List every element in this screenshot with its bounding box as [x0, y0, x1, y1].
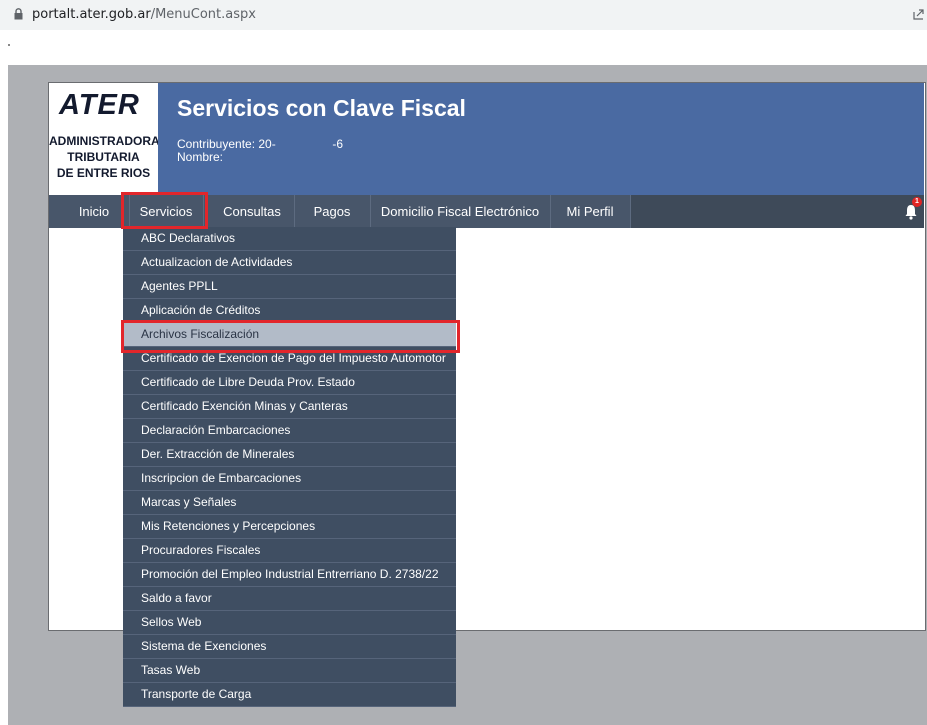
menu-item[interactable]: Mis Retenciones y Percepciones	[123, 515, 456, 539]
page-title: Servicios con Clave Fiscal	[177, 95, 466, 121]
url-text[interactable]: portalt.ater.gob.ar/MenuCont.aspx	[32, 7, 256, 22]
menu-item[interactable]: Der. Extracción de Minerales	[123, 443, 456, 467]
lock-icon	[14, 8, 23, 20]
taxpayer-info: Contribuyente: 20- -6 Nombre:	[177, 138, 343, 164]
nav-item-consultas[interactable]: Consultas	[210, 195, 295, 228]
menu-item[interactable]: Tasas Web	[123, 659, 456, 683]
nav-item-domicilio-fiscal[interactable]: Domicilio Fiscal Electrónico	[370, 195, 551, 228]
menu-item[interactable]: Marcas y Señales	[123, 491, 456, 515]
address-bar[interactable]: portalt.ater.gob.ar/MenuCont.aspx	[0, 0, 927, 30]
ater-logo: ATER ADMINISTRADORA TRIBUTARIA DE ENTRE …	[49, 83, 160, 195]
menu-item[interactable]: Promoción del Empleo Industrial Entrerri…	[123, 563, 456, 587]
menu-item[interactable]: Certificado Exención Minas y Canteras	[123, 395, 456, 419]
menu-item[interactable]: Agentes PPLL	[123, 275, 456, 299]
menu-item[interactable]: Procuradores Fiscales	[123, 539, 456, 563]
nav-item-mi-perfil[interactable]: Mi Perfil	[550, 195, 631, 228]
menu-item[interactable]: Declaración Embarcaciones	[123, 419, 456, 443]
servicios-dropdown: ABC Declarativos Actualizacion de Activi…	[123, 227, 456, 707]
nav-item-inicio[interactable]: Inicio	[59, 195, 130, 228]
nombre-row: Nombre:	[177, 150, 224, 164]
menu-item[interactable]: Transporte de Carga	[123, 683, 456, 707]
menu-item[interactable]: Inscripcion de Embarcaciones	[123, 467, 456, 491]
notification-badge: 1	[912, 197, 922, 207]
logo-brand: ATER	[59, 89, 140, 121]
logo-agency: ADMINISTRADORA TRIBUTARIA DE ENTRE RIOS	[49, 134, 160, 180]
menu-item[interactable]: Certificado de Libre Deuda Prov. Estado	[123, 371, 456, 395]
nav-item-pagos[interactable]: Pagos	[294, 195, 371, 228]
archivos-highlight-box	[121, 320, 460, 353]
menu-item[interactable]: Sistema de Exenciones	[123, 635, 456, 659]
share-icon[interactable]	[913, 8, 925, 20]
page-header: Servicios con Clave Fiscal Contribuyente…	[158, 83, 924, 195]
menu-item[interactable]: Saldo a favor	[123, 587, 456, 611]
menu-item[interactable]: ABC Declarativos	[123, 227, 456, 251]
menu-item[interactable]: Sellos Web	[123, 611, 456, 635]
menu-item[interactable]: Actualizacion de Actividades	[123, 251, 456, 275]
servicios-highlight-box	[121, 192, 208, 229]
page-dot	[8, 44, 10, 46]
